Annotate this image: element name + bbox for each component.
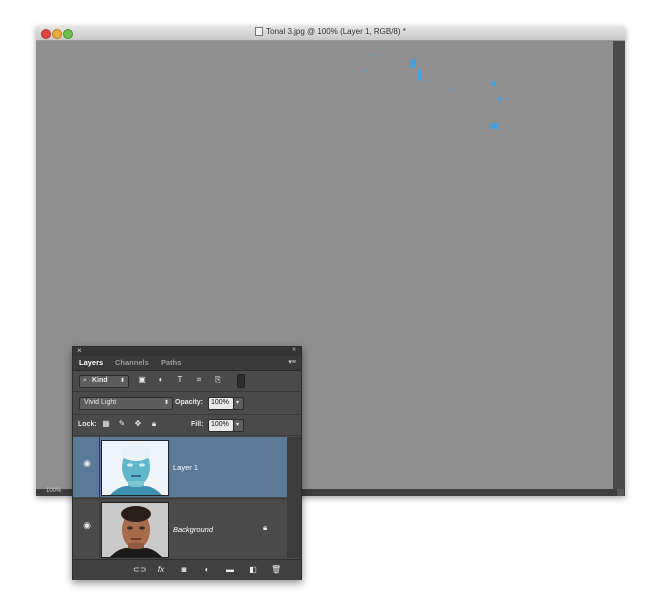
tab-channels[interactable]: Channels	[115, 358, 149, 367]
canvas-speck	[410, 59, 416, 68]
layer-row-background[interactable]: ◉ Background 🔒︎	[73, 498, 287, 559]
window-resize-grip[interactable]	[617, 489, 624, 496]
new-layer-icon[interactable]: ◧	[248, 565, 258, 575]
document-file-icon	[255, 27, 264, 37]
layer-thumbnail[interactable]	[101, 440, 169, 496]
filter-kind-select[interactable]: ⌕ Kind ⬍	[79, 375, 129, 388]
opacity-value: 100%	[211, 399, 229, 406]
canvas-speck	[490, 123, 498, 129]
tab-layers[interactable]: Layers	[79, 358, 103, 367]
fill-value: 100%	[211, 421, 229, 428]
zoom-readout[interactable]: 100%	[46, 488, 61, 494]
lock-image-pixels-icon[interactable]: ✎	[117, 419, 127, 429]
layers-scrollbar[interactable]	[287, 437, 301, 558]
layer-row-layer-1[interactable]: ◉ Layer 1	[73, 437, 287, 497]
type-filter-icon[interactable]: T	[175, 375, 185, 385]
blend-row: Vivid Light ⬍ Opacity: 100% ▾	[73, 392, 301, 415]
group-folder-icon[interactable]: ▬	[225, 565, 235, 575]
fx-icon[interactable]: fx	[156, 565, 166, 575]
shape-filter-icon[interactable]: ⌗	[194, 375, 204, 385]
lock-all-icon[interactable]: 🔒︎	[149, 419, 159, 429]
pixel-filter-icon[interactable]: ▣	[137, 375, 147, 385]
visibility-column: ◉	[73, 499, 100, 559]
opacity-dropdown-button[interactable]: ▾	[233, 397, 244, 410]
lock-position-icon[interactable]: ✥	[133, 419, 143, 429]
trash-icon[interactable]: 🗑︎	[271, 565, 281, 575]
lock-icon: 🔒︎	[263, 523, 268, 532]
adjustment-layer-icon[interactable]: ◐	[202, 565, 212, 575]
eye-icon[interactable]: ◉	[81, 459, 93, 468]
canvas-speck	[498, 97, 502, 101]
chevron-updown-icon: ⬍	[119, 378, 125, 384]
eye-icon[interactable]: ◉	[81, 521, 93, 530]
document-titlebar[interactable]: Tonal 3.jpg @ 100% (Layer 1, RGB/8) *	[36, 26, 625, 41]
chevron-updown-icon: ⬍	[163, 400, 169, 406]
layers-panel: × « Layers Channels Paths ▾≡ ⌕ Kind ⬍ ▣ …	[72, 346, 302, 580]
panel-collapse-icon[interactable]: «	[292, 346, 296, 353]
layer-thumbnail[interactable]	[101, 502, 169, 558]
tab-paths[interactable]: Paths	[161, 358, 181, 367]
layer-name[interactable]: Background	[173, 525, 213, 534]
smart-object-filter-icon[interactable]: ⎘	[213, 375, 223, 385]
panel-menu-icon[interactable]: ▾≡	[288, 358, 296, 366]
opacity-label: Opacity:	[175, 399, 204, 406]
chevron-down-icon: ▾	[236, 422, 240, 428]
portrait-thumbnail	[102, 503, 168, 557]
panel-tab-bar: Layers Channels Paths ▾≡	[73, 356, 301, 371]
adjustment-filter-icon[interactable]: ◐	[156, 375, 166, 385]
search-icon: ⌕	[83, 377, 87, 384]
panel-bottom-toolbar: ⊂⊃ fx ◙ ◐ ▬ ◧ 🗑︎	[73, 559, 301, 580]
canvas-vertical-scrollbar[interactable]	[613, 41, 625, 489]
filter-toggle-switch[interactable]	[237, 374, 245, 388]
canvas-speck	[449, 89, 451, 92]
lock-transparent-pixels-icon[interactable]: ▦	[101, 419, 111, 429]
fill-input[interactable]: 100%	[208, 419, 234, 432]
chevron-down-icon: ▾	[236, 400, 240, 406]
blend-mode-select[interactable]: Vivid Light ⬍	[79, 397, 173, 410]
fill-dropdown-button[interactable]: ▾	[233, 419, 244, 432]
blend-mode-value: Vivid Light	[84, 399, 117, 406]
document-title-container: Tonal 3.jpg @ 100% (Layer 1, RGB/8) *	[36, 27, 625, 37]
filter-kind-label: Kind	[92, 377, 108, 384]
opacity-input[interactable]: 100%	[208, 397, 234, 410]
visibility-column: ◉	[73, 437, 100, 497]
canvas-speck	[418, 69, 421, 81]
document-title: Tonal 3.jpg @ 100% (Layer 1, RGB/8) *	[266, 27, 406, 36]
canvas-speck	[491, 81, 496, 86]
layer-filter-row: ⌕ Kind ⬍ ▣ ◐ T ⌗ ⎘	[73, 371, 301, 392]
panel-header-bar[interactable]: × «	[73, 346, 301, 356]
panel-close-icon[interactable]: ×	[77, 346, 82, 355]
layer-name[interactable]: Layer 1	[173, 463, 198, 472]
lock-row: Lock: ▦ ✎ ✥ 🔒︎ Fill: 100% ▾	[73, 415, 301, 436]
layer-mask-icon[interactable]: ◙	[179, 565, 189, 575]
inverted-portrait-thumbnail	[102, 441, 168, 495]
link-layers-icon[interactable]: ⊂⊃	[133, 565, 146, 575]
lock-label: Lock:	[78, 421, 97, 428]
canvas-speck	[371, 53, 373, 57]
fill-label: Fill:	[191, 421, 204, 428]
canvas-speck	[364, 69, 367, 72]
